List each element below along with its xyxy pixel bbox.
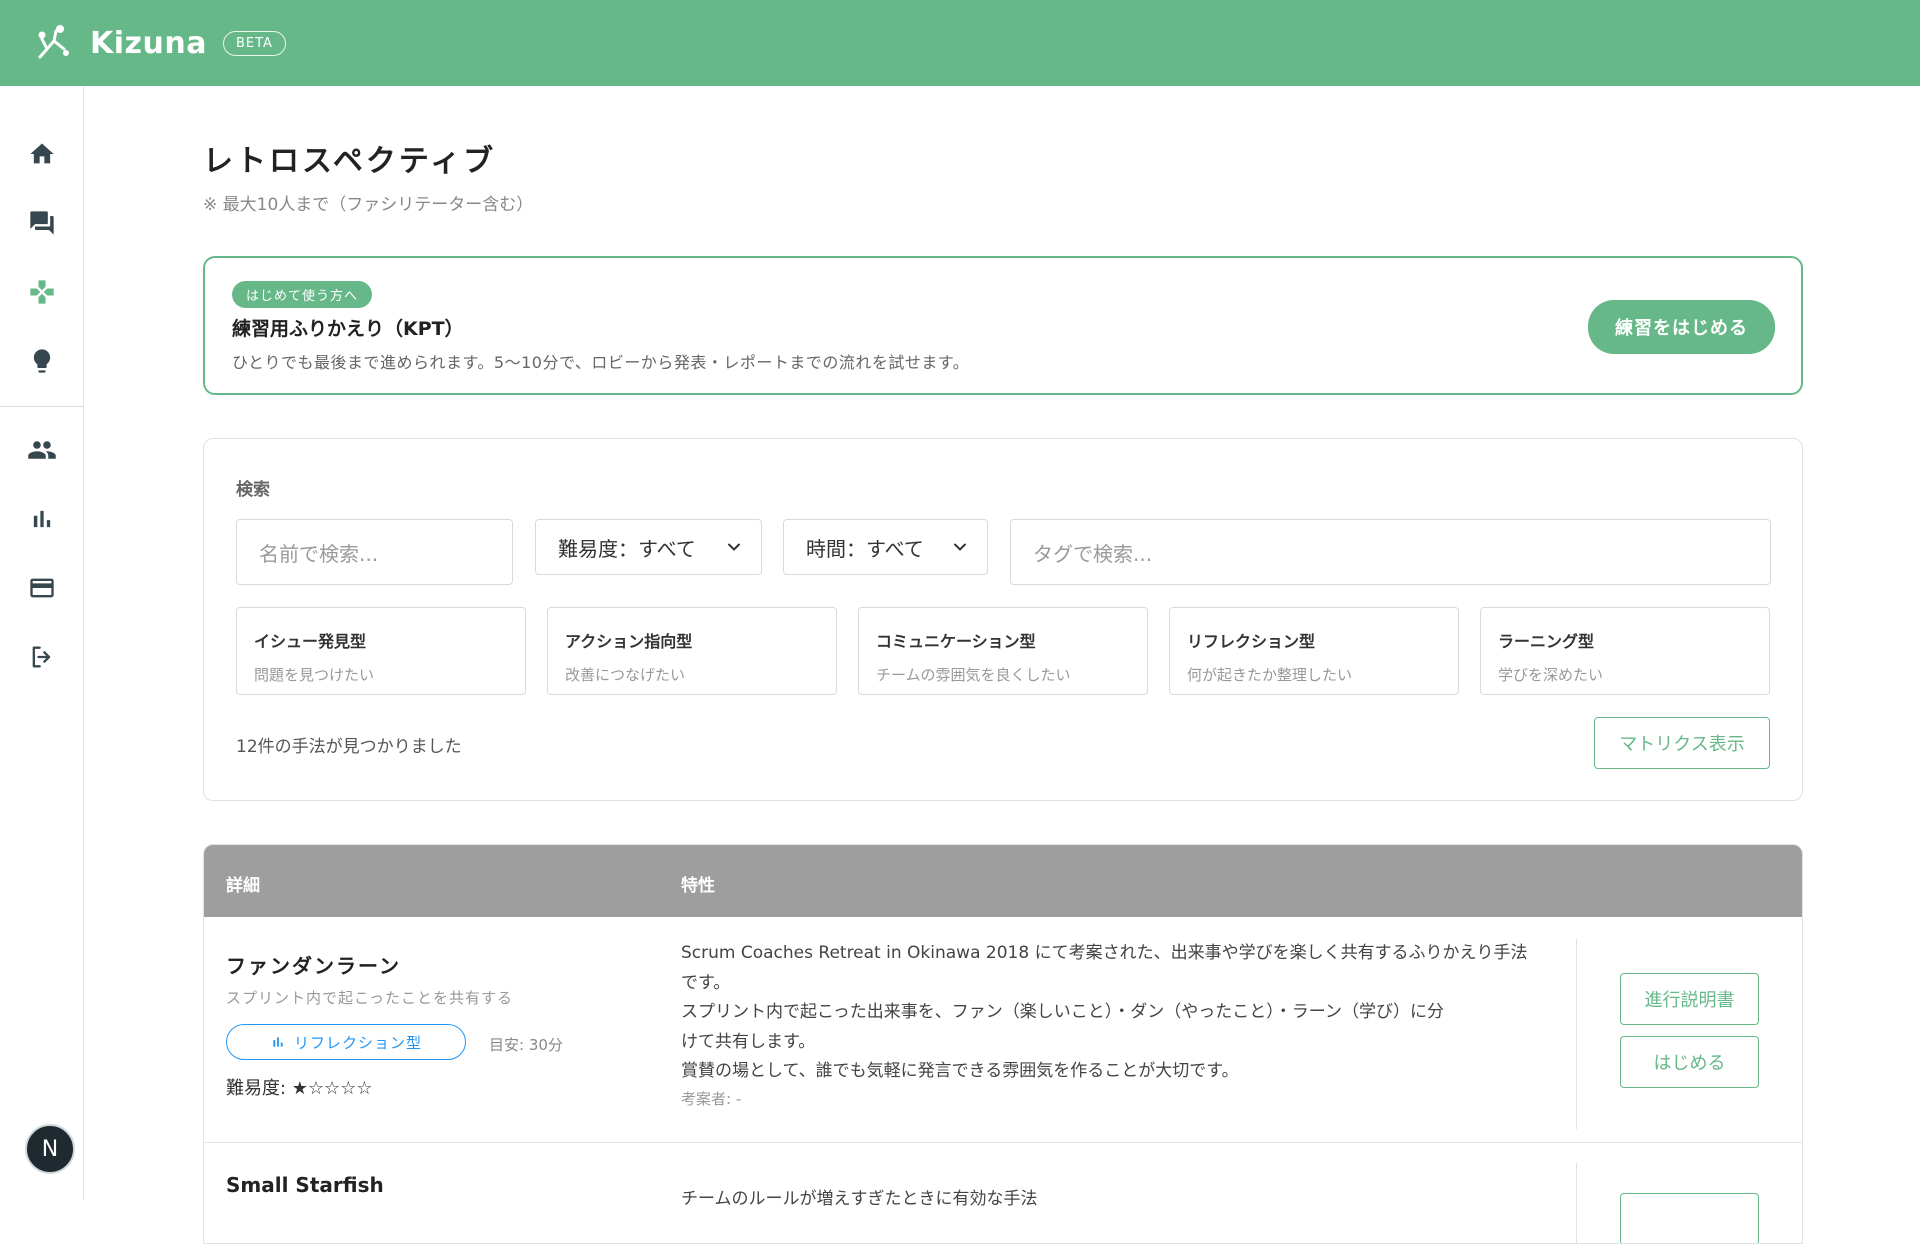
description-line: Scrum Coaches Retreat in Okinawa 2018 にて… [681, 943, 1528, 963]
page-title: レトロスペクティブ [203, 144, 497, 179]
sidebar-divider [0, 406, 84, 407]
category-issue[interactable]: イシュー発見型 問題を見つけたい [236, 607, 526, 695]
description-line: けて共有します。 [681, 1031, 816, 1052]
category-subtitle: 問題を見つけたい [254, 666, 375, 684]
forum-icon[interactable] [26, 207, 58, 239]
category-subtitle: チームの雰囲気を良くしたい [876, 666, 1071, 684]
result-count: 12件の手法が見つかりました [236, 737, 462, 757]
practice-description: ひとりでも最後まで進められます。5〜10分で、ロビーから発表・レポートまでの流れ… [232, 353, 970, 372]
matrix-view-button[interactable]: マトリクス表示 [1594, 717, 1770, 769]
header-traits: 特性 [681, 876, 715, 896]
beta-badge: BETA [222, 30, 286, 56]
description-line: 賞賛の場として、誰でも気軽に発言できる雰囲気を作ることが大切です。 [681, 1061, 1239, 1081]
name-search-input[interactable]: 名前で検索... [236, 519, 513, 585]
category-subtitle: 何が起きたか整理したい [1187, 666, 1353, 684]
tag-search-input[interactable]: タグで検索... [1010, 519, 1771, 585]
category-title: アクション指向型 [565, 632, 693, 651]
logout-icon[interactable] [26, 641, 58, 673]
table-header: 詳細 特性 [204, 845, 1802, 917]
description-line: です。 [681, 972, 731, 993]
search-label: 検索 [236, 480, 270, 500]
page-note: ※ 最大10人まで（ファシリテーター含む） [203, 195, 534, 215]
guide-button[interactable] [1620, 1193, 1759, 1243]
description-line: スプリント内で起こった出来事を、ファン（楽しいこと）・ダン（やったこと）・ラーン… [681, 1002, 1444, 1022]
category-subtitle: 学びを深めたい [1498, 666, 1604, 684]
method-title: ファンダンラーン [226, 954, 401, 978]
difficulty-select-value: 難易度：すべて [558, 536, 696, 561]
kizuna-logo-icon[interactable] [32, 21, 72, 65]
user-avatar[interactable]: N [25, 1124, 75, 1174]
category-title: イシュー発見型 [254, 632, 367, 651]
category-title: ラーニング型 [1498, 632, 1595, 651]
chevron-down-icon [728, 543, 740, 551]
method-subtitle: スプリント内で起こったことを共有する [226, 989, 513, 1007]
method-time: 目安: 30分 [489, 1036, 563, 1054]
method-tag[interactable]: リフレクション型 [226, 1024, 466, 1060]
practice-title: 練習用ふりかえり（KPT） [232, 318, 464, 340]
bar-chart-icon[interactable] [26, 503, 58, 535]
method-tag-label: リフレクション型 [293, 1033, 422, 1052]
row-divider [1576, 1163, 1577, 1243]
category-title: リフレクション型 [1187, 632, 1316, 651]
sidebar: N [0, 86, 84, 1200]
table-row: ファンダンラーン スプリント内で起こったことを共有する リフレクション型 目安:… [204, 917, 1802, 1143]
methods-table: 詳細 特性 ファンダンラーン スプリント内で起こったことを共有する リフレクショ… [203, 844, 1803, 1244]
search-panel: 検索 名前で検索... 難易度：すべて 時間：すべて タグで検索... イシュー… [203, 438, 1803, 801]
method-author: 考案者: - [681, 1090, 742, 1108]
time-select-value: 時間：すべて [806, 536, 924, 561]
people-icon[interactable] [26, 434, 58, 466]
brand-name[interactable]: Kizuna [90, 26, 207, 61]
method-difficulty: 難易度: ★☆☆☆☆ [226, 1078, 373, 1099]
home-icon[interactable] [26, 138, 58, 170]
start-practice-button[interactable]: 練習をはじめる [1588, 300, 1775, 354]
row-divider [1576, 939, 1577, 1129]
practice-card: はじめて使う方へ 練習用ふりかえり（KPT） ひとりでも最後まで進められます。5… [203, 256, 1803, 395]
start-button[interactable]: はじめる [1620, 1036, 1759, 1088]
bar-chart-icon [273, 1037, 283, 1047]
difficulty-select[interactable]: 難易度：すべて [535, 519, 762, 575]
method-title: Small Starfish [226, 1173, 384, 1197]
header-detail: 詳細 [226, 876, 260, 896]
time-select[interactable]: 時間：すべて [783, 519, 988, 575]
category-action[interactable]: アクション指向型 改善につなげたい [547, 607, 837, 695]
gamepad-icon[interactable] [26, 276, 58, 308]
chevron-down-icon [954, 543, 966, 551]
top-app-bar: Kizuna BETA [0, 0, 1920, 86]
lightbulb-icon[interactable] [26, 345, 58, 377]
category-communication[interactable]: コミュニケーション型 チームの雰囲気を良くしたい [858, 607, 1148, 695]
method-description: Scrum Coaches Retreat in Okinawa 2018 にて… [681, 939, 1571, 1087]
category-title: コミュニケーション型 [876, 632, 1036, 651]
first-time-badge: はじめて使う方へ [232, 281, 373, 308]
table-row: Small Starfish チームのルールが増えすぎたときに有効な手法 [204, 1143, 1802, 1243]
credit-card-icon[interactable] [26, 572, 58, 604]
guide-button[interactable]: 進行説明書 [1620, 973, 1759, 1025]
category-reflection[interactable]: リフレクション型 何が起きたか整理したい [1169, 607, 1459, 695]
category-subtitle: 改善につなげたい [565, 666, 686, 684]
category-learning[interactable]: ラーニング型 学びを深めたい [1480, 607, 1770, 695]
